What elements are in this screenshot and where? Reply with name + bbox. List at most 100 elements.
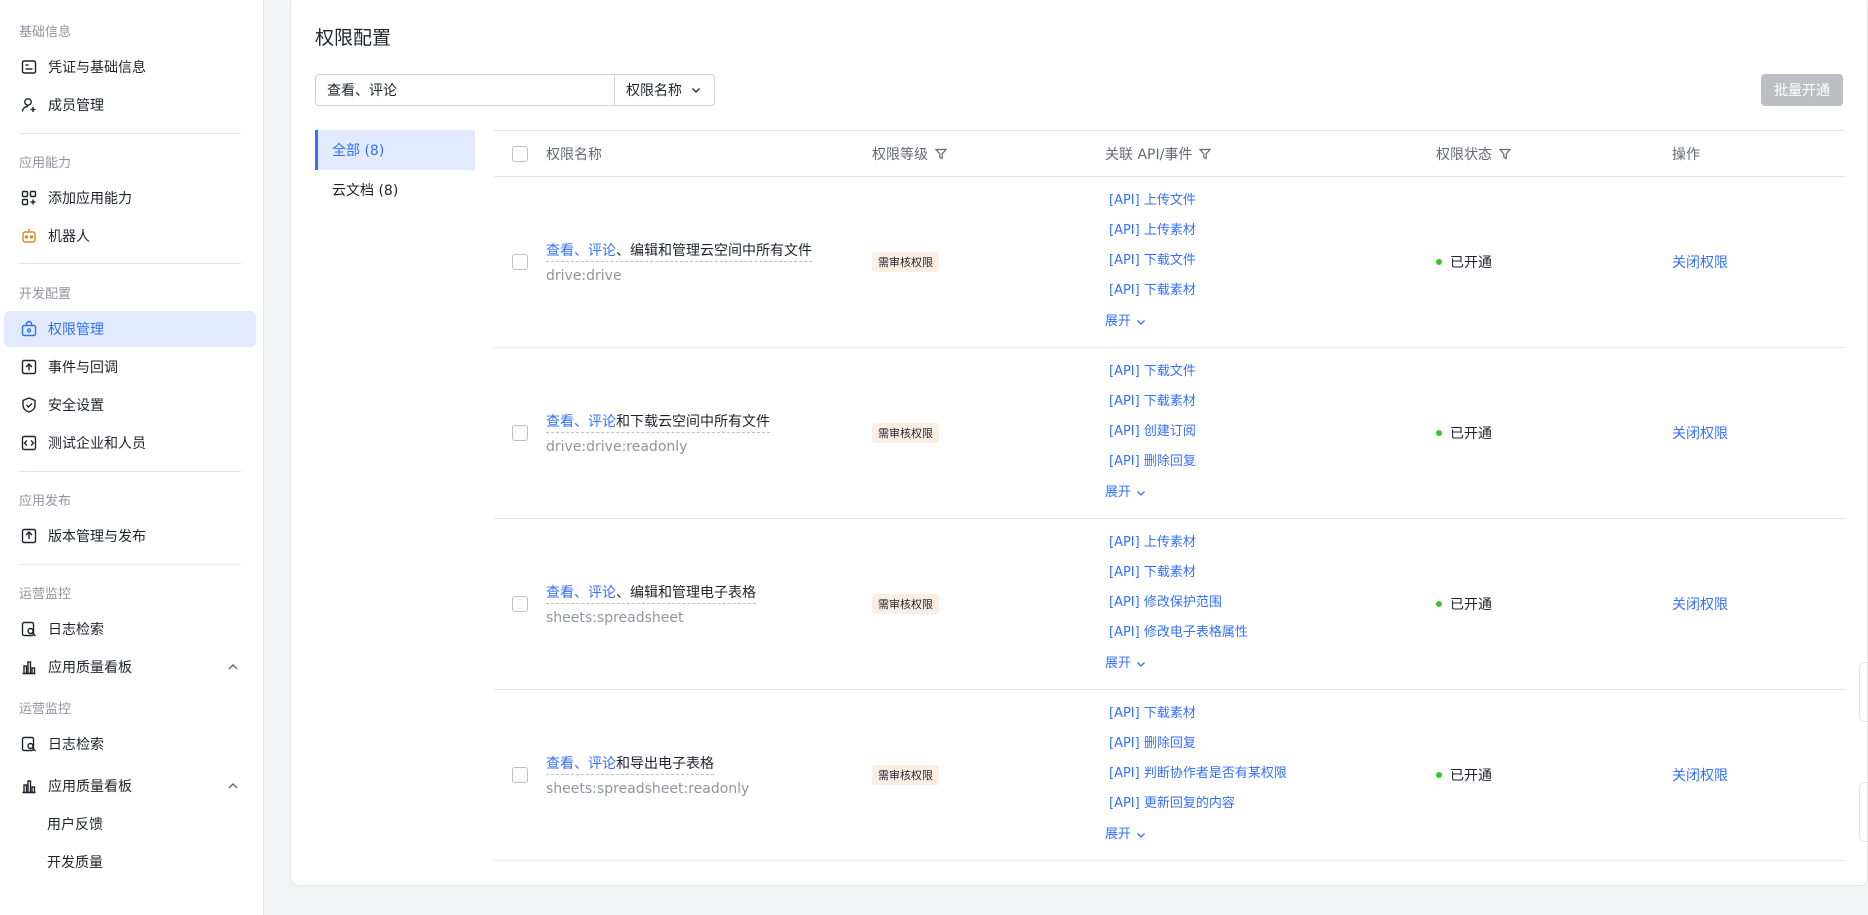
permission-name[interactable]: 查看、评论、编辑和管理云空间中所有文件 [546, 240, 812, 262]
sidebar-item-label: 安全设置 [48, 398, 104, 414]
status-label: 已开通 [1450, 426, 1492, 442]
header-level: 权限等级 [872, 144, 948, 164]
api-link[interactable]: [API] 修改保护范围 [1105, 588, 1436, 618]
filter-icon[interactable] [934, 147, 948, 161]
sidebar-item-security[interactable]: 安全设置 [4, 387, 256, 423]
section-title-dev: 开发配置 [19, 287, 72, 302]
permission-name[interactable]: 查看、评论、编辑和管理电子表格 [546, 582, 756, 604]
divider [19, 133, 241, 134]
search-input[interactable] [316, 75, 614, 105]
sidebar-item-label: 用户反馈 [47, 817, 103, 833]
batch-enable-button[interactable]: 批量开通 [1761, 74, 1843, 106]
filter-icon[interactable] [1198, 147, 1212, 161]
api-link[interactable]: [API] 删除回复 [1105, 729, 1436, 759]
category-docs[interactable]: 云文档 (8) [315, 170, 475, 210]
api-link[interactable]: [API] 下载文件 [1105, 246, 1436, 276]
close-permission-link[interactable]: 关闭权限 [1672, 426, 1728, 442]
sidebar-item-log-search-2[interactable]: 日志检索 [4, 726, 256, 762]
expand-link[interactable]: 展开 [1105, 477, 1436, 509]
code-icon [20, 434, 38, 452]
api-link[interactable]: [API] 上传素材 [1105, 528, 1436, 558]
sidebar-item-label: 日志检索 [48, 737, 104, 753]
search-type-select[interactable]: 权限名称 [614, 75, 714, 105]
sidebar-item-events[interactable]: 事件与回调 [4, 349, 256, 385]
chevron-down-icon [1137, 662, 1145, 667]
row-checkbox[interactable] [512, 425, 528, 441]
permission-name-highlight: 查看、评论 [546, 414, 616, 430]
api-link[interactable]: [API] 创建订阅 [1105, 417, 1436, 447]
expand-link[interactable]: 展开 [1105, 306, 1436, 338]
expand-link[interactable]: 展开 [1105, 648, 1436, 680]
page-title: 权限配置 [315, 27, 392, 49]
sidebar-item-label: 版本管理与发布 [48, 529, 146, 545]
chevron-down-icon [692, 88, 700, 93]
header-api-label: 关联 API/事件 [1105, 146, 1193, 163]
expand-label: 展开 [1105, 314, 1132, 329]
sidebar-item-members[interactable]: 成员管理 [4, 87, 256, 123]
level-tag: 需审核权限 [872, 594, 939, 614]
bar-chart-icon [20, 777, 38, 795]
api-link[interactable]: [API] 下载素材 [1105, 699, 1436, 729]
expand-label: 展开 [1105, 656, 1132, 671]
permission-name[interactable]: 查看、评论和下载云空间中所有文件 [546, 411, 770, 433]
status-badge: 已开通 [1436, 423, 1672, 443]
api-link[interactable]: [API] 下载素材 [1105, 276, 1436, 306]
sidebar-item-quality-board-2[interactable]: 应用质量看板 [4, 768, 256, 804]
sidebar-item-test-tenant[interactable]: 测试企业和人员 [4, 425, 256, 461]
status-dot [1436, 259, 1442, 265]
api-link[interactable]: [API] 下载文件 [1105, 357, 1436, 387]
chevron-down-icon [1137, 320, 1145, 325]
event-icon [20, 358, 38, 376]
section-title-release: 应用发布 [19, 494, 72, 509]
permission-scope: sheets:spreadsheet:readonly [546, 781, 750, 797]
sidebar-item-dev-quality[interactable]: 开发质量 [4, 844, 256, 880]
api-link[interactable]: [API] 下载素材 [1105, 387, 1436, 417]
row-checkbox[interactable] [512, 596, 528, 612]
user-add-icon [20, 96, 38, 114]
sidebar-item-label: 成员管理 [48, 98, 104, 114]
section-title-monitor: 运营监控 [19, 587, 72, 602]
sidebar-item-user-feedback[interactable]: 用户反馈 [4, 806, 256, 842]
close-permission-link[interactable]: 关闭权限 [1672, 597, 1728, 613]
sidebar-item-label: 应用质量看板 [48, 779, 132, 795]
table-row: 查看、评论、编辑和管理云空间中所有文件 drive:drive 需审核权限 [A… [494, 177, 1845, 348]
side-float-handle[interactable] [1859, 662, 1867, 722]
sidebar-item-label: 机器人 [48, 229, 90, 245]
category-all[interactable]: 全部 (8) [315, 130, 475, 170]
api-link[interactable]: [API] 更新回复的内容 [1105, 789, 1436, 819]
sidebar-item-permissions[interactable]: 权限管理 [4, 311, 256, 347]
sidebar-item-log-search[interactable]: 日志检索 [4, 611, 256, 647]
section-title-monitor-2: 运营监控 [19, 702, 72, 717]
sidebar-item-robot[interactable]: 机器人 [4, 218, 256, 254]
sidebar-item-add-capability[interactable]: 添加应用能力 [4, 180, 256, 216]
api-link[interactable]: [API] 上传文件 [1105, 186, 1436, 216]
permission-name-highlight: 查看、评论 [546, 756, 616, 772]
api-link[interactable]: [API] 修改电子表格属性 [1105, 618, 1436, 648]
row-checkbox[interactable] [512, 254, 528, 270]
sidebar-item-credentials[interactable]: 凭证与基础信息 [4, 49, 256, 85]
upload-icon [20, 527, 38, 545]
permission-name[interactable]: 查看、评论和导出电子表格 [546, 753, 714, 775]
permission-name-rest: 和导出电子表格 [616, 756, 714, 772]
api-link[interactable]: [API] 上传素材 [1105, 216, 1436, 246]
row-checkbox[interactable] [512, 767, 528, 783]
sidebar-item-quality-board[interactable]: 应用质量看板 [4, 649, 256, 685]
sidebar-item-label: 开发质量 [47, 855, 103, 871]
sidebar-item-label: 测试企业和人员 [48, 436, 146, 452]
log-search-icon [20, 735, 38, 753]
divider [19, 564, 241, 565]
api-list: [API] 上传文件 [API] 上传素材 [API] 下载文件 [API] 下… [1105, 186, 1436, 338]
api-link[interactable]: [API] 下载素材 [1105, 558, 1436, 588]
select-all-checkbox[interactable] [512, 145, 528, 162]
filter-icon[interactable] [1498, 147, 1512, 161]
expand-link[interactable]: 展开 [1105, 819, 1436, 851]
level-tag: 需审核权限 [872, 252, 939, 272]
close-permission-link[interactable]: 关闭权限 [1672, 255, 1728, 271]
permission-scope: drive:drive [546, 268, 622, 284]
side-float-handle[interactable] [1859, 782, 1867, 842]
sidebar-item-version[interactable]: 版本管理与发布 [4, 518, 256, 554]
api-link[interactable]: [API] 判断协作者是否有某权限 [1105, 759, 1436, 789]
close-permission-link[interactable]: 关闭权限 [1672, 768, 1728, 784]
expand-label: 展开 [1105, 485, 1132, 500]
api-link[interactable]: [API] 删除回复 [1105, 447, 1436, 477]
